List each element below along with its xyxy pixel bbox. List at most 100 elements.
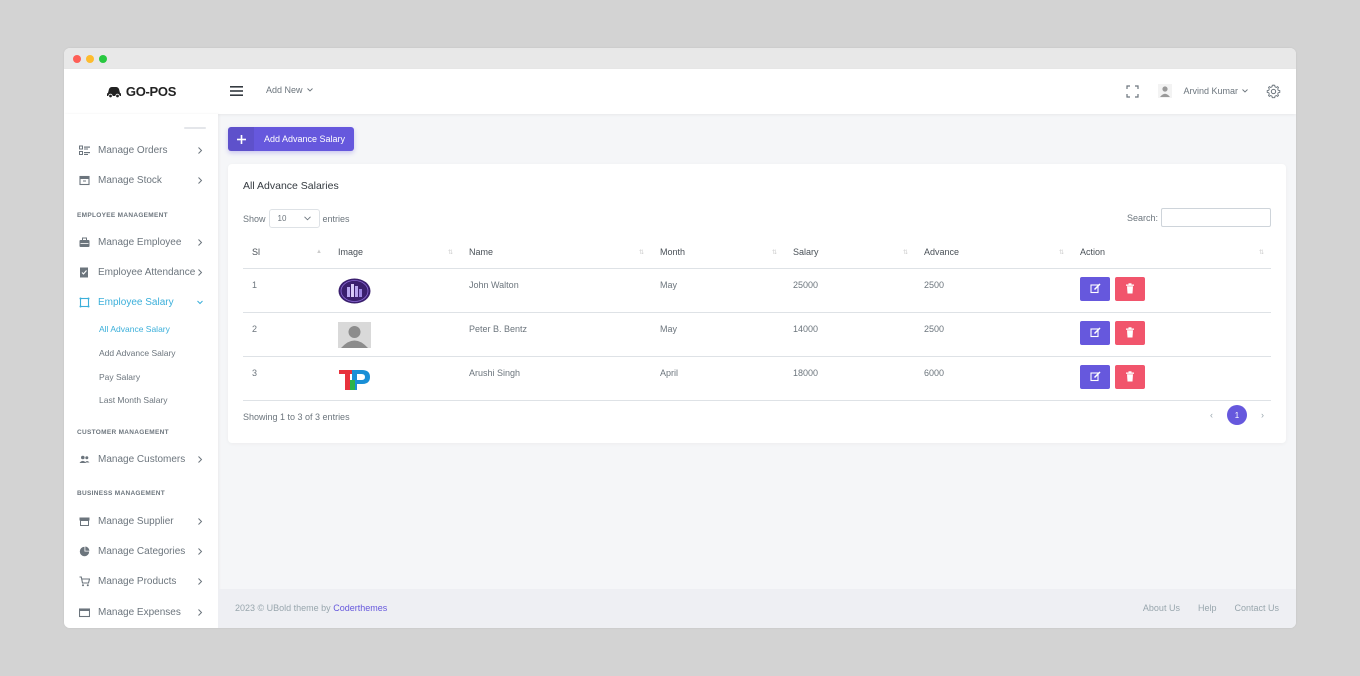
chevron-right-icon <box>198 609 203 616</box>
chevron-down-icon <box>1242 89 1248 93</box>
cell-sl: 2 <box>243 312 329 357</box>
sort-icon: ⇅ <box>1058 250 1064 256</box>
sidebar-item-employee-attendance[interactable]: Employee Attendance <box>64 261 218 285</box>
sidebar-item-label: Manage Supplier <box>98 516 174 527</box>
column-header-salary[interactable]: Salary ⇅ <box>784 237 915 269</box>
show-entries: Show 10 entries <box>243 209 350 228</box>
fullscreen-icon[interactable] <box>1126 85 1139 98</box>
delete-button[interactable] <box>1114 276 1145 301</box>
sidebar-section-header: BUSINESS MANAGEMENT <box>77 490 166 497</box>
sidebar-subitem-add-advance-salary[interactable]: Add Advance Salary <box>99 348 176 358</box>
table-row: 1 John Walton May 25000 2500 <box>243 268 1271 313</box>
column-header-sl[interactable]: Sl ▲ <box>243 237 329 269</box>
footer-link-help[interactable]: Help <box>1198 603 1217 613</box>
add-advance-salary-button[interactable]: Add Advance Salary <box>228 127 354 151</box>
table-header-row: Sl ▲ Image ⇅ Name ⇅ Month ⇅ Salary ⇅ Advance ⇅… <box>243 237 1271 269</box>
sidebar-item-manage-categories[interactable]: Manage Categories <box>64 540 218 564</box>
sort-asc-icon: ▲ <box>316 249 322 255</box>
edit-button[interactable] <box>1080 320 1110 345</box>
cell-image <box>329 356 460 401</box>
sidebar-item-manage-stock[interactable]: Manage Stock <box>64 169 218 193</box>
brand-logo[interactable]: GO-POS <box>64 69 218 114</box>
cell-advance: 2500 <box>915 268 1071 313</box>
customers-icon <box>79 455 90 463</box>
cell-action <box>1071 312 1271 357</box>
prev-page-button[interactable]: ‹ <box>1210 410 1213 420</box>
cell-advance: 6000 <box>915 356 1071 401</box>
browser-window: GO-POS Add New Arvind Kumar Manage Order… <box>64 48 1296 628</box>
column-header-image[interactable]: Image ⇅ <box>329 237 460 269</box>
coderthemes-link[interactable]: Coderthemes <box>333 603 387 613</box>
sidebar-scrollbar[interactable] <box>184 127 206 129</box>
sidebar-item-manage-customers[interactable]: Manage Customers <box>64 448 218 472</box>
table-row: 2 Peter B. Bentz May 14000 2500 <box>243 312 1271 357</box>
add-new-dropdown[interactable]: Add New <box>266 85 313 95</box>
footer: 2023 © UBold theme by Coderthemes About … <box>218 589 1296 628</box>
expenses-icon <box>79 608 90 618</box>
chevron-right-icon <box>198 269 203 276</box>
sidebar-item-label: Employee Attendance <box>98 267 196 278</box>
footer-link-about[interactable]: About Us <box>1143 603 1180 613</box>
sidebar-subitem-pay-salary[interactable]: Pay Salary <box>99 372 140 382</box>
sidebar-item-label: Employee Salary <box>98 297 174 308</box>
table-info: Showing 1 to 3 of 3 entries <box>243 412 350 422</box>
column-header-advance[interactable]: Advance ⇅ <box>915 237 1071 269</box>
chevron-right-icon <box>198 177 203 184</box>
chevron-right-icon <box>198 239 203 246</box>
edit-icon <box>1089 327 1101 338</box>
page-1-button[interactable]: 1 <box>1227 405 1247 425</box>
cell-name: Arushi Singh <box>460 356 651 401</box>
sidebar-item-label: Manage Stock <box>98 175 162 186</box>
chevron-down-icon <box>303 216 311 221</box>
search-label: Search: <box>1126 212 1158 223</box>
footer-link-contact[interactable]: Contact Us <box>1234 603 1279 613</box>
car-icon <box>106 87 121 98</box>
trash-icon <box>1125 371 1134 382</box>
column-header-action[interactable]: Action ⇅ <box>1071 237 1271 269</box>
cell-sl: 3 <box>243 356 329 401</box>
edit-button[interactable] <box>1080 276 1110 301</box>
sort-icon: ⇅ <box>771 250 777 256</box>
delete-button[interactable] <box>1114 364 1145 389</box>
sidebar-item-manage-products[interactable]: Manage Products <box>64 570 218 594</box>
sidebar-item-manage-expenses[interactable]: Manage Expenses <box>64 601 218 625</box>
chevron-down-icon <box>306 88 313 92</box>
card-title: All Advance Salaries <box>243 180 339 192</box>
cart-icon <box>79 576 90 587</box>
column-header-name[interactable]: Name ⇅ <box>460 237 651 269</box>
maximize-window-button[interactable] <box>99 55 107 63</box>
cell-advance: 2500 <box>915 312 1071 357</box>
entries-select[interactable]: 10 <box>268 209 320 228</box>
sidebar-item-label: Manage Orders <box>98 145 168 156</box>
hamburger-menu-icon[interactable] <box>230 84 244 98</box>
search-input[interactable] <box>1161 208 1271 227</box>
trash-icon <box>1125 327 1134 338</box>
next-page-button[interactable]: › <box>1261 410 1264 420</box>
delete-button[interactable] <box>1114 320 1145 345</box>
sidebar-item-manage-employee[interactable]: Manage Employee <box>64 231 218 255</box>
sidebar-item-label: Manage Categories <box>98 546 186 557</box>
sidebar-subitem-last-month-salary[interactable]: Last Month Salary <box>99 395 168 405</box>
user-menu[interactable]: Arvind Kumar <box>1183 86 1248 96</box>
sidebar-item-employee-salary[interactable]: Employee Salary <box>64 291 218 315</box>
user-avatar[interactable] <box>1158 84 1172 98</box>
show-label: Show <box>243 213 266 224</box>
cell-month: April <box>651 356 784 401</box>
close-window-button[interactable] <box>73 55 81 63</box>
pagination: ‹ 1 › <box>1210 405 1264 425</box>
column-header-month[interactable]: Month ⇅ <box>651 237 784 269</box>
sidebar-item-manage-supplier[interactable]: Manage Supplier <box>64 510 218 534</box>
advance-salary-table: Sl ▲ Image ⇅ Name ⇅ Month ⇅ Salary ⇅ Advance ⇅… <box>243 237 1271 401</box>
edit-button[interactable] <box>1080 364 1110 389</box>
cell-salary: 14000 <box>784 312 915 357</box>
minimize-window-button[interactable] <box>86 55 94 63</box>
cell-action <box>1071 268 1271 313</box>
sidebar-item-label: Manage Products <box>98 576 177 587</box>
cell-image <box>329 312 460 357</box>
employee-image <box>338 278 371 303</box>
sidebar-item-manage-orders[interactable]: Manage Orders <box>64 139 218 163</box>
gear-icon[interactable] <box>1266 84 1281 99</box>
salary-icon <box>79 297 90 308</box>
sidebar-subitem-all-advance-salary[interactable]: All Advance Salary <box>99 324 170 334</box>
chevron-right-icon <box>198 456 203 463</box>
